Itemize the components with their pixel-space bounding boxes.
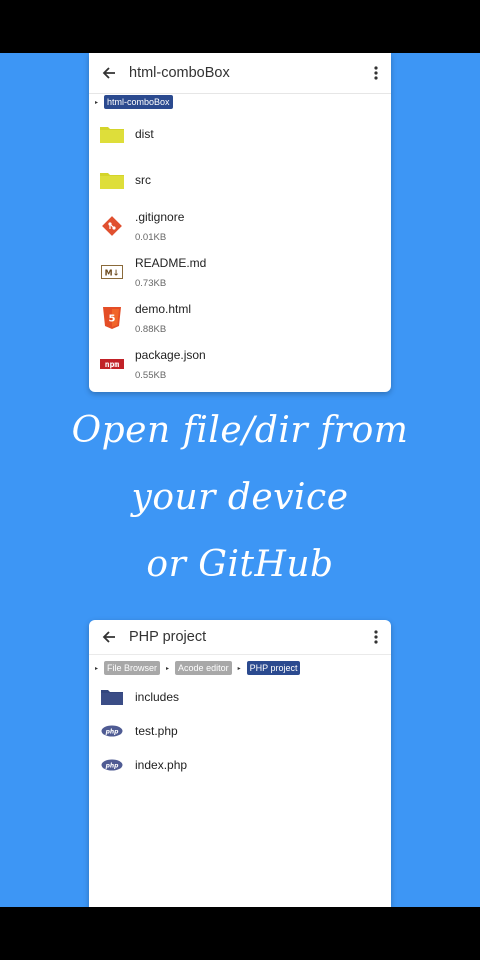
list-item[interactable]: dist [89, 111, 391, 157]
back-arrow-icon[interactable] [89, 53, 129, 93]
breadcrumb-item[interactable]: Acode editor [175, 661, 232, 675]
file-size: 0.73KB [135, 277, 167, 289]
file-size: 0.01KB [135, 231, 167, 243]
headline-line-2: your device [131, 477, 349, 518]
file-browser-card-1: html-comboBox ▸ html-comboBox dist src .… [89, 53, 391, 392]
breadcrumb-item[interactable]: PHP project [246, 661, 301, 675]
folder-icon [89, 171, 135, 189]
breadcrumb-item[interactable]: html-comboBox [104, 95, 173, 109]
app-header: PHP project [89, 620, 391, 655]
php-icon: php [89, 759, 135, 771]
file-name: dist [135, 127, 154, 141]
breadcrumb: ▸ File Browser ▸ Acode editor ▸ PHP proj… [89, 658, 391, 678]
file-size: 0.88KB [135, 323, 167, 335]
folder-icon [89, 689, 135, 705]
file-name: index.php [135, 758, 188, 772]
file-size: 0.55KB [135, 369, 167, 381]
list-item[interactable]: src [89, 157, 391, 203]
app-header: html-comboBox [89, 53, 391, 94]
breadcrumb-separator-icon: ▸ [95, 665, 99, 672]
list-item[interactable]: M↓ README.md 0.73KB [89, 249, 391, 295]
svg-text:npm: npm [105, 360, 120, 369]
folder-icon [89, 125, 135, 143]
page-title: PHP project [129, 629, 207, 645]
more-options-icon[interactable] [361, 53, 391, 93]
breadcrumb-separator-icon: ▸ [95, 99, 99, 106]
breadcrumb: ▸ html-comboBox [89, 93, 391, 111]
svg-text:5: 5 [109, 314, 116, 325]
list-item[interactable]: php index.php [89, 748, 391, 782]
list-item[interactable]: php test.php [89, 714, 391, 748]
git-icon [89, 215, 135, 237]
html5-icon: 5 [89, 307, 135, 329]
list-item[interactable]: npm package.json 0.55KB [89, 341, 391, 387]
php-icon: php [89, 725, 135, 737]
file-name: .gitignore [135, 209, 185, 224]
svg-text:M↓: M↓ [105, 269, 120, 278]
headline-line-3: or GitHub [146, 544, 334, 585]
list-item[interactable]: 5 demo.html 0.88KB [89, 295, 391, 341]
breadcrumb-item[interactable]: File Browser [104, 661, 161, 675]
npm-icon: npm [89, 359, 135, 369]
file-name: test.php [135, 724, 178, 738]
page-title: html-comboBox [129, 65, 230, 81]
file-name: README.md [135, 255, 207, 270]
svg-text:php: php [105, 763, 120, 770]
file-name: includes [135, 690, 180, 704]
breadcrumb-separator-icon: ▸ [166, 665, 170, 672]
list-item[interactable]: includes [89, 680, 391, 714]
file-name: package.json [135, 347, 206, 362]
svg-text:php: php [105, 729, 120, 736]
file-name: src [135, 173, 151, 187]
list-item[interactable]: .gitignore 0.01KB [89, 203, 391, 249]
back-arrow-icon[interactable] [89, 620, 129, 657]
breadcrumb-separator-icon: ▸ [237, 665, 241, 672]
markdown-icon: M↓ [89, 265, 135, 279]
file-name: demo.html [135, 301, 192, 316]
more-options-icon[interactable] [361, 620, 391, 657]
headline-line-1: Open file/dir from [71, 410, 409, 451]
file-browser-card-2: PHP project ▸ File Browser ▸ Acode edito… [89, 620, 391, 907]
